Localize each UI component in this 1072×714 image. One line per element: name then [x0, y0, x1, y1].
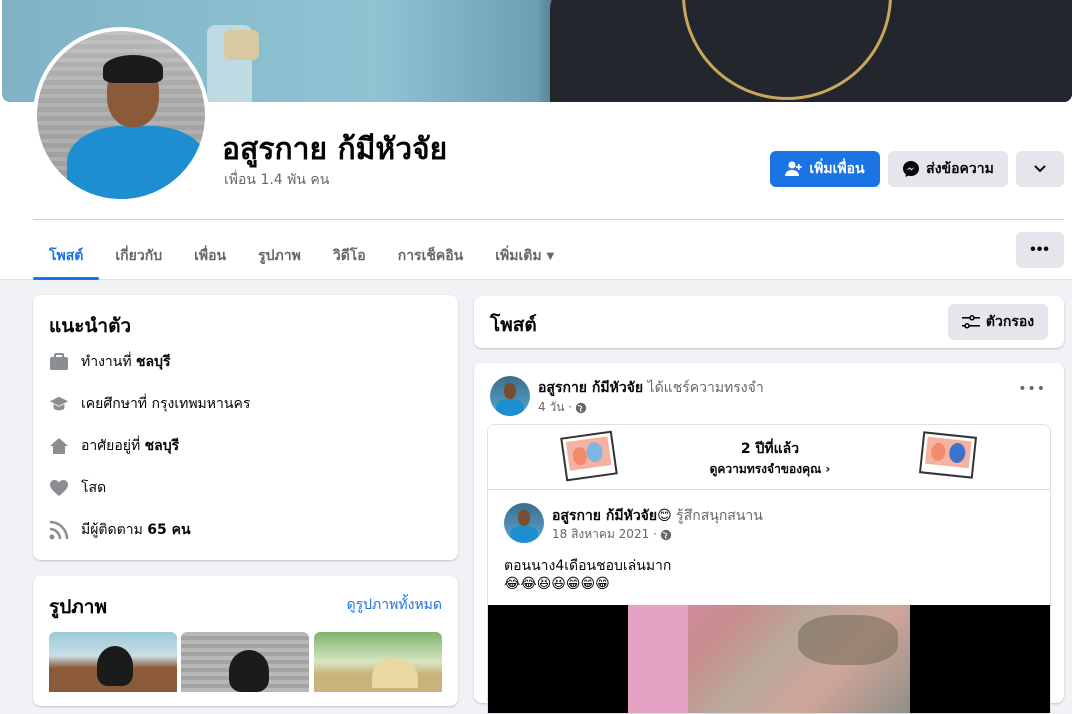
intro-education: เคยศึกษาที่ กรุงเทพมหานคร	[49, 393, 250, 415]
intro-work: ทำงานที่ ชลบุรี	[49, 351, 171, 373]
shared-emojis: 😂😂😆😆😁😁😁	[504, 576, 610, 592]
intro-lives: อาศัยอยู่ที่ ชลบุรี	[49, 435, 179, 457]
add-friend-icon	[785, 161, 803, 176]
intro-relationship: โสด	[49, 477, 106, 499]
profile-header: อสูรกาย ก้มีหัวจัย เพื่อน 1.4 พัน คน เพิ…	[0, 0, 1072, 280]
post-time[interactable]: 4 วัน ·	[538, 398, 572, 417]
briefcase-icon	[49, 352, 69, 372]
photo-thumbnail[interactable]	[181, 632, 309, 692]
shared-author-name[interactable]: อสูรกาย ก้มีหัวจัย	[552, 508, 657, 524]
posts-title: โพสต์	[490, 314, 537, 336]
photo-thumbnail[interactable]	[314, 632, 442, 692]
shared-header-line: อสูรกาย ก้มีหัวจัย😊 รู้สึกสนุกสนาน	[552, 505, 763, 527]
intro-title: แนะนำตัว	[49, 315, 132, 337]
smile-emoji: 😊	[657, 508, 672, 524]
heart-icon	[49, 478, 69, 498]
post-options-icon[interactable]: •••	[1018, 381, 1046, 397]
rss-icon	[49, 520, 69, 540]
tab-photos[interactable]: รูปภาพ	[242, 232, 317, 280]
memory-banner[interactable]: 2 ปีที่แล้ว ดูความทรงจำของคุณ ›	[488, 425, 1050, 490]
filter-icon	[961, 315, 980, 329]
tabs-more-button[interactable]: •••	[1016, 232, 1064, 268]
post-card: อสูรกาย ก้มีหัวจัย ได้แชร์ความทรงจำ 4 วั…	[474, 363, 1064, 714]
more-actions-button[interactable]	[1016, 151, 1064, 187]
message-button[interactable]: ส่งข้อความ	[888, 151, 1008, 187]
posts-header-card: โพสต์ ตัวกรอง	[474, 296, 1064, 348]
post-author-avatar[interactable]	[490, 376, 530, 416]
post-action: ได้แชร์ความทรงจำ	[647, 380, 764, 396]
tab-videos[interactable]: วิดีโอ	[317, 232, 382, 280]
message-label: ส่งข้อความ	[926, 160, 994, 176]
profile-tabs: โพสต์ เกี่ยวกับ เพื่อน รูปภาพ วิดีโอ การ…	[33, 232, 570, 280]
shared-video[interactable]	[488, 605, 1050, 713]
tab-friends[interactable]: เพื่อน	[178, 232, 242, 280]
profile-name: อสูรกาย ก้มีหัวจัย	[222, 132, 448, 167]
tab-about[interactable]: เกี่ยวกับ	[99, 232, 178, 280]
post-meta: 4 วัน ·	[538, 398, 587, 417]
add-friend-label: เพิ่มเพื่อน	[809, 160, 865, 176]
ellipsis-icon: •••	[1030, 241, 1050, 258]
see-all-photos-link[interactable]: ดูรูปภาพทั้งหมด	[347, 594, 442, 616]
profile-avatar[interactable]	[33, 27, 209, 203]
filter-label: ตัวกรอง	[985, 313, 1035, 329]
tab-posts[interactable]: โพสต์	[33, 232, 100, 280]
tab-checkins[interactable]: การเช็คอิน	[382, 232, 480, 280]
shared-text: ตอนนาง4เดือนชอบเล่นมาก	[504, 558, 672, 574]
video-frame	[628, 605, 910, 713]
caret-down-icon: ▼	[546, 250, 555, 262]
intro-followers: มีผู้ติดตาม 65 คน	[49, 519, 191, 541]
memory-illustration-right	[918, 431, 978, 479]
globe-icon	[660, 529, 672, 540]
shared-meta: 18 สิงหาคม 2021 ·	[552, 525, 672, 544]
shared-feeling: รู้สึกสนุกสนาน	[676, 508, 763, 524]
friends-count[interactable]: เพื่อน 1.4 พัน คน	[224, 169, 329, 191]
home-icon	[49, 436, 69, 456]
post-header-line: อสูรกาย ก้มีหัวจัย ได้แชร์ความทรงจำ	[538, 377, 764, 399]
shared-author-avatar[interactable]	[504, 503, 544, 543]
chevron-down-icon	[1034, 165, 1046, 173]
post-author-name[interactable]: อสูรกาย ก้มีหัวจัย	[538, 380, 643, 396]
photo-thumbnail[interactable]	[49, 632, 177, 692]
header-divider	[33, 219, 1064, 220]
intro-card: แนะนำตัว ทำงานที่ ชลบุรี เคยศึกษาที่ กรุ…	[33, 295, 458, 560]
messenger-icon	[903, 161, 920, 177]
memory-container: 2 ปีที่แล้ว ดูความทรงจำของคุณ › อสูรกาย …	[487, 424, 1051, 714]
globe-icon	[575, 402, 587, 413]
shared-date[interactable]: 18 สิงหาคม 2021 ·	[552, 525, 657, 544]
photos-card: รูปภาพ ดูรูปภาพทั้งหมด	[33, 576, 458, 706]
add-friend-button[interactable]: เพิ่มเพื่อน	[770, 151, 880, 187]
graduation-cap-icon	[49, 394, 69, 414]
photos-title: รูปภาพ	[49, 596, 107, 618]
tab-more[interactable]: เพิ่มเติม ▼	[479, 232, 570, 280]
chevron-right-icon: ›	[825, 462, 831, 476]
filter-button[interactable]: ตัวกรอง	[948, 304, 1048, 340]
